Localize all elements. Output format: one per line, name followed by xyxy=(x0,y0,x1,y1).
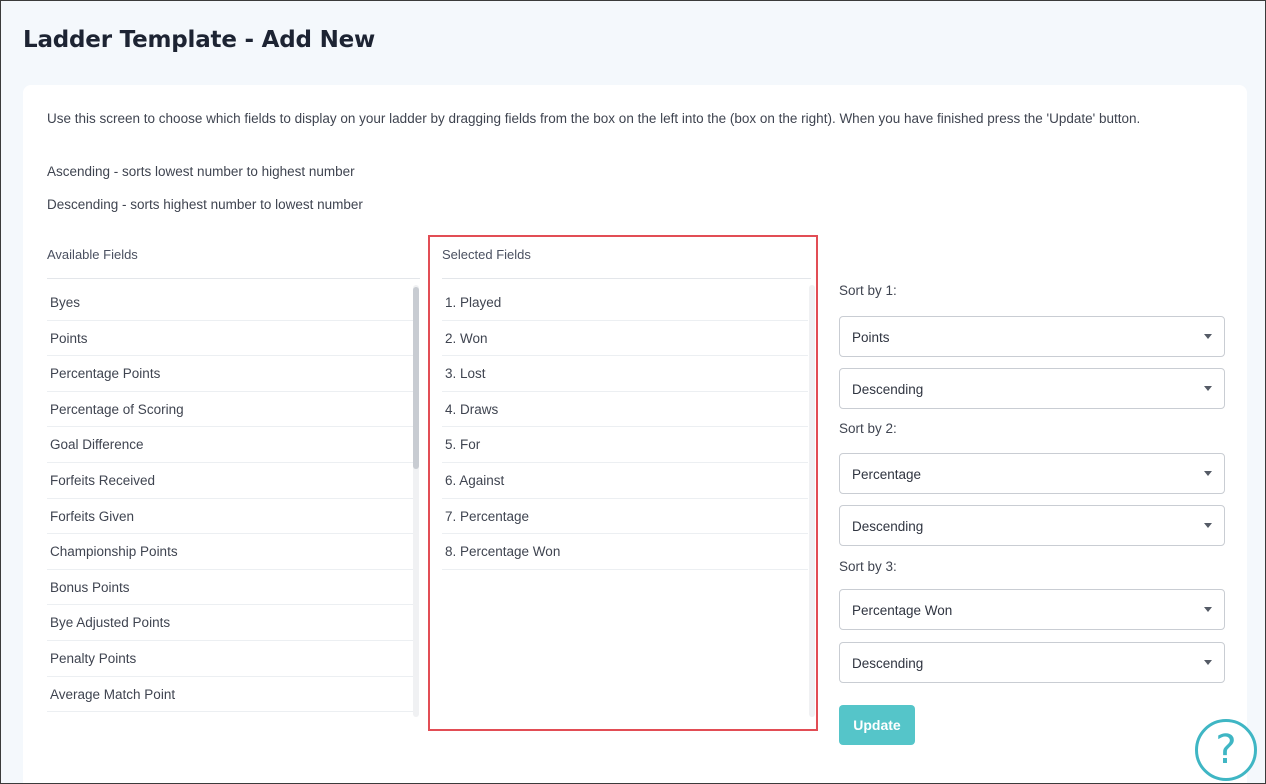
selected-field-item[interactable]: 5. For xyxy=(442,427,808,463)
sort-by-3-label: Sort by 3: xyxy=(839,559,897,574)
page-frame: Ladder Template - Add New Use this scree… xyxy=(0,0,1266,784)
sort-by-2-order-select[interactable]: Descending xyxy=(839,505,1225,546)
sort-by-1-order-select[interactable]: Descending xyxy=(839,368,1225,409)
sort-by-1-field-value: Points xyxy=(852,330,890,345)
intro-descending-note: Descending - sorts highest number to low… xyxy=(47,197,363,212)
sort-by-1-order-value: Descending xyxy=(852,382,924,397)
selected-field-item[interactable]: 2. Won xyxy=(442,321,808,357)
sort-by-3-order-select[interactable]: Descending xyxy=(839,642,1225,683)
update-button[interactable]: Update xyxy=(839,705,915,745)
available-fields-header: Available Fields xyxy=(47,247,420,279)
page-title: Ladder Template - Add New xyxy=(23,27,376,53)
selected-fields-header: Selected Fields xyxy=(442,247,811,279)
chevron-down-icon xyxy=(1204,471,1212,476)
selected-field-item[interactable]: 3. Lost xyxy=(442,356,808,392)
selected-field-item[interactable]: 4. Draws xyxy=(442,392,808,428)
available-field-item[interactable]: Average Match Point xyxy=(47,677,419,713)
selected-field-item[interactable]: 1. Played xyxy=(442,285,808,321)
available-field-item[interactable]: Points xyxy=(47,321,419,357)
sort-by-3-field-select[interactable]: Percentage Won xyxy=(839,589,1225,630)
chevron-down-icon xyxy=(1204,607,1212,612)
available-field-item[interactable]: Bye Adjusted Points xyxy=(47,605,419,641)
available-field-item[interactable]: Forfeits Received xyxy=(47,463,419,499)
available-fields-scrollbar-thumb[interactable] xyxy=(413,287,419,469)
intro-instructions: Use this screen to choose which fields t… xyxy=(47,111,1141,126)
selected-fields-list: 1. Played 2. Won 3. Lost 4. Draws 5. For… xyxy=(442,285,808,570)
sort-by-2-label: Sort by 2: xyxy=(839,421,897,436)
available-field-item[interactable]: Percentage Points xyxy=(47,356,419,392)
available-field-item[interactable]: Championship Points xyxy=(47,534,419,570)
chevron-down-icon xyxy=(1204,386,1212,391)
available-field-item[interactable]: Goal Difference xyxy=(47,427,419,463)
available-fields-list: Byes Points Percentage Points Percentage… xyxy=(47,285,419,713)
content-card: Use this screen to choose which fields t… xyxy=(23,85,1247,783)
sort-by-1-field-select[interactable]: Points xyxy=(839,316,1225,357)
chevron-down-icon xyxy=(1204,660,1212,665)
sort-by-2-order-value: Descending xyxy=(852,519,924,534)
available-field-item[interactable]: Percentage of Scoring xyxy=(47,392,419,428)
sort-by-3-order-value: Descending xyxy=(852,656,924,671)
available-field-item[interactable]: Bonus Points xyxy=(47,570,419,606)
selected-field-item[interactable]: 6. Against xyxy=(442,463,808,499)
selected-field-item[interactable]: 8. Percentage Won xyxy=(442,534,808,570)
chevron-down-icon xyxy=(1204,334,1212,339)
chevron-down-icon xyxy=(1204,523,1212,528)
sort-by-1-label: Sort by 1: xyxy=(839,283,897,298)
selected-field-item[interactable]: 7. Percentage xyxy=(442,499,808,535)
available-field-item[interactable]: Byes xyxy=(47,285,419,321)
help-icon[interactable]: ? xyxy=(1195,719,1257,781)
available-field-item[interactable]: Penalty Points xyxy=(47,641,419,677)
intro-ascending-note: Ascending - sorts lowest number to highe… xyxy=(47,164,355,179)
sort-by-2-field-value: Percentage xyxy=(852,467,922,482)
selected-fields-scrollbar-track[interactable] xyxy=(809,285,815,717)
sort-by-3-field-value: Percentage Won xyxy=(852,603,953,618)
sort-by-2-field-select[interactable]: Percentage xyxy=(839,453,1225,494)
available-field-item[interactable]: Forfeits Given xyxy=(47,499,419,535)
